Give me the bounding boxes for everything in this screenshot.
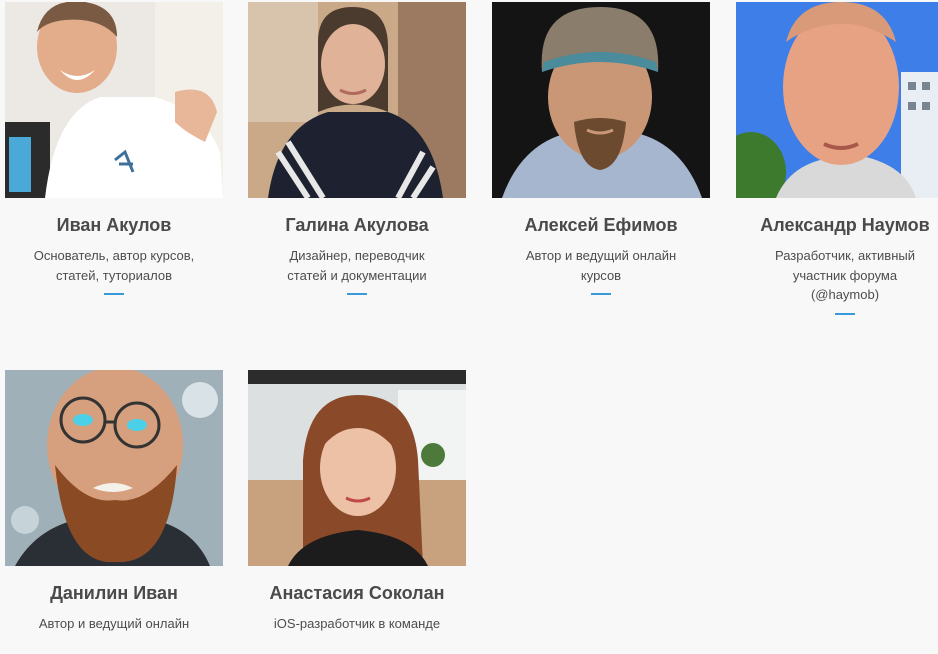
member-role: Автор и ведущий онлайн курсов [492,246,710,285]
accent-divider [347,293,367,295]
portrait-anastasia-sokolan-icon [248,370,466,566]
member-role-line: курсов [580,267,622,283]
member-name: Алексей Ефимов [524,215,678,235]
photo-galina-akulova [248,2,466,198]
photo-danilin-ivan [5,370,223,566]
accent-divider [591,293,611,295]
member-name: Иван Акулов [56,215,172,235]
portrait-alexey-efimov-icon [492,2,710,198]
member-role: Автор и ведущий онлайн [5,614,223,634]
member-role-line: Автор и ведущий онлайн [38,616,190,631]
member-role-line: iOS-разработчик в команде [273,616,441,631]
team-card-alexey-efimov: Алексей Ефимов Автор и ведущий онлайн ку… [492,2,710,295]
member-name: Анастасия Соколан [269,583,445,603]
accent-divider [104,293,124,295]
member-role-line: Основатель, автор курсов, [33,248,195,263]
member-role-line: статей и документации [287,267,427,283]
member-role-line: (@haymob) [810,287,880,302]
portrait-alexander-naumov-icon [736,2,938,198]
member-role: Дизайнер, переводчик статей и документац… [248,246,466,285]
member-name: Александр Наумов [760,215,930,235]
member-name: Данилин Иван [50,583,178,603]
photo-ivan-akulov [5,2,223,198]
member-name: Галина Акулова [285,215,429,235]
member-role-line: статей, туториалов [55,267,172,283]
portrait-ivan-akulov-icon [5,2,223,198]
member-role-line: Дизайнер, переводчик [289,248,425,263]
team-card-galina-akulova: Галина Акулова Дизайнер, переводчик стат… [248,2,466,295]
portrait-danilin-ivan-icon [5,370,223,566]
team-card-alexander-naumov: Александр Наумов Разработчик, активный у… [736,2,938,315]
team-card-anastasia-sokolan: Анастасия Соколан iOS-разработчик в кома… [248,370,466,634]
team-card-ivan-akulov: Иван Акулов Основатель, автор курсов, ст… [5,2,223,295]
portrait-galina-akulova-icon [248,2,466,198]
accent-divider [835,312,855,315]
photo-anastasia-sokolan [248,370,466,566]
member-role: iOS-разработчик в команде [248,614,466,634]
member-role: Основатель, автор курсов, статей, тутори… [5,246,223,285]
member-role-line: участник форума [792,267,898,283]
team-card-danilin-ivan: Данилин Иван Автор и ведущий онлайн [5,370,223,634]
member-role: Разработчик, активный участник форума (@… [736,246,938,305]
member-role-line: Разработчик, активный [774,248,915,263]
photo-alexander-naumov [736,2,938,198]
member-role-line: Автор и ведущий онлайн [525,248,677,263]
photo-alexey-efimov [492,2,710,198]
